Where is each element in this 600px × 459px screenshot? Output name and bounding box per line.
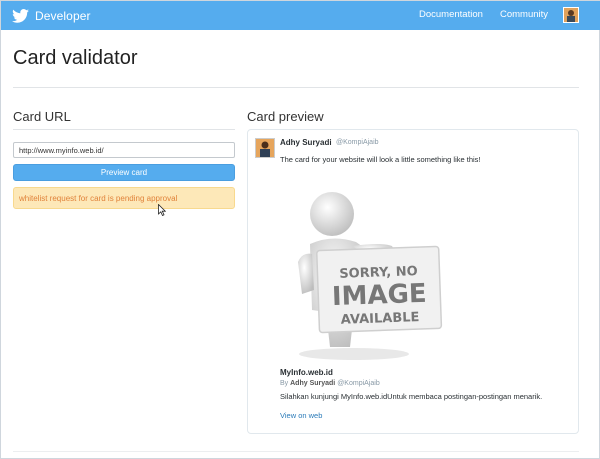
card-intro-text: The card for your website will look a li… <box>280 155 481 164</box>
view-on-web-link[interactable]: View on web <box>280 411 322 420</box>
author-avatar[interactable] <box>255 138 275 158</box>
by-author-name[interactable]: Adhy Suryadi <box>290 380 335 387</box>
footer-divider <box>13 451 579 452</box>
card-preview: Adhy Suryadi @KompiAjaib The card for yo… <box>247 129 579 434</box>
by-author-handle[interactable]: @KompiAjaib <box>337 380 380 387</box>
card-url-divider <box>13 129 235 130</box>
card-url-input[interactable]: http://www.myinfo.web.id/ <box>13 142 235 158</box>
card-preview-heading: Card preview <box>247 109 324 124</box>
twitter-bird-icon <box>12 8 29 23</box>
link-description: Silahkan kunjungi MyInfo.web.idUntuk mem… <box>280 392 543 401</box>
card-url-heading: Card URL <box>13 109 71 124</box>
mouse-cursor-icon <box>158 204 166 216</box>
avatar-image-icon <box>564 8 578 22</box>
author-handle[interactable]: @KompiAjaib <box>336 139 379 146</box>
title-divider <box>13 87 579 88</box>
brand-label: Developer <box>35 8 91 23</box>
preview-card-button[interactable]: Preview card <box>13 164 235 181</box>
by-prefix: By <box>280 380 289 387</box>
nav-documentation[interactable]: Documentation <box>419 9 483 20</box>
placeholder-line2: IMAGE <box>331 279 427 312</box>
top-nav-bar: Developer Documentation Community <box>1 1 600 30</box>
page-title: Card validator <box>13 47 138 69</box>
brand[interactable]: Developer <box>12 8 91 23</box>
link-title[interactable]: MyInfo.web.id <box>280 368 333 377</box>
author-photo-icon <box>256 139 274 157</box>
nav-community[interactable]: Community <box>500 9 548 20</box>
author-name[interactable]: Adhy Suryadi <box>280 138 332 147</box>
link-attribution: By Adhy Suryadi @KompiAjaib <box>280 380 380 387</box>
user-avatar[interactable] <box>563 7 579 23</box>
placeholder-line3: AVAILABLE <box>341 310 420 328</box>
pending-approval-alert: whitelist request for card is pending ap… <box>13 187 235 209</box>
no-image-placeholder: SORRY, NO IMAGE AVAILABLE <box>298 192 443 360</box>
